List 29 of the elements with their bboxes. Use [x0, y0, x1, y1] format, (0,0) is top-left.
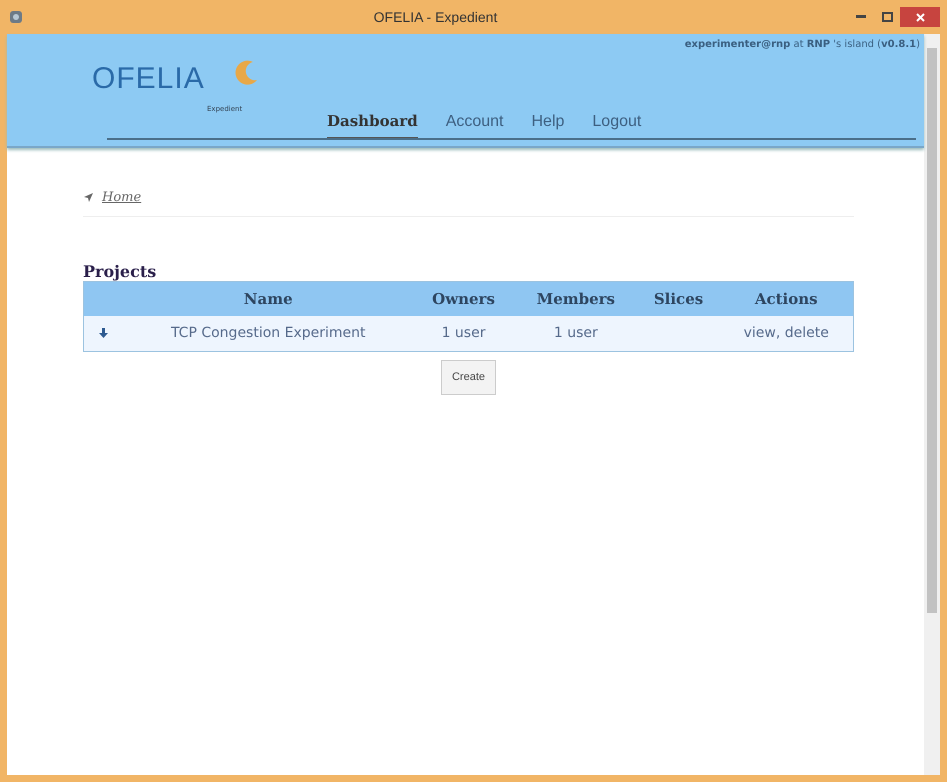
column-header: Actions — [719, 281, 854, 316]
close-button[interactable] — [900, 7, 940, 27]
column-header: Owners — [412, 281, 514, 316]
home-link[interactable]: Home — [102, 188, 142, 208]
expand-icon[interactable] — [99, 328, 108, 338]
column-header: Members — [514, 281, 638, 316]
maximize-icon — [882, 12, 892, 22]
nav-tab[interactable]: Help — [532, 110, 564, 140]
scrollbar-thumb[interactable] — [927, 48, 937, 613]
window-title: OFELIA - Expedient — [372, 8, 498, 27]
nav-tab[interactable]: Account — [446, 110, 504, 140]
separator: , — [776, 325, 780, 342]
column-header: Name — [124, 281, 413, 316]
nav-tab[interactable]: Logout — [592, 110, 642, 140]
user-info: experimenter@rnp at RNP 's island (v0.8.1) — [684, 38, 920, 52]
scrollbar[interactable] — [924, 34, 940, 775]
minimize-icon — [856, 15, 866, 19]
create-button[interactable]: Create — [440, 360, 496, 395]
arrow-icon — [83, 192, 94, 204]
close-icon — [916, 12, 924, 22]
action-link[interactable]: delete — [784, 325, 829, 342]
action-link[interactable]: view — [744, 325, 776, 342]
app-icon — [9, 10, 23, 24]
logo: OFELIA — [92, 64, 205, 94]
section-title: Projects — [83, 262, 158, 281]
table-cell: 1 user — [412, 316, 514, 352]
column-header: Slices — [638, 281, 720, 316]
table-cell: TCP Congestion Experiment — [124, 316, 413, 352]
table-cell: 1 user — [514, 316, 638, 352]
